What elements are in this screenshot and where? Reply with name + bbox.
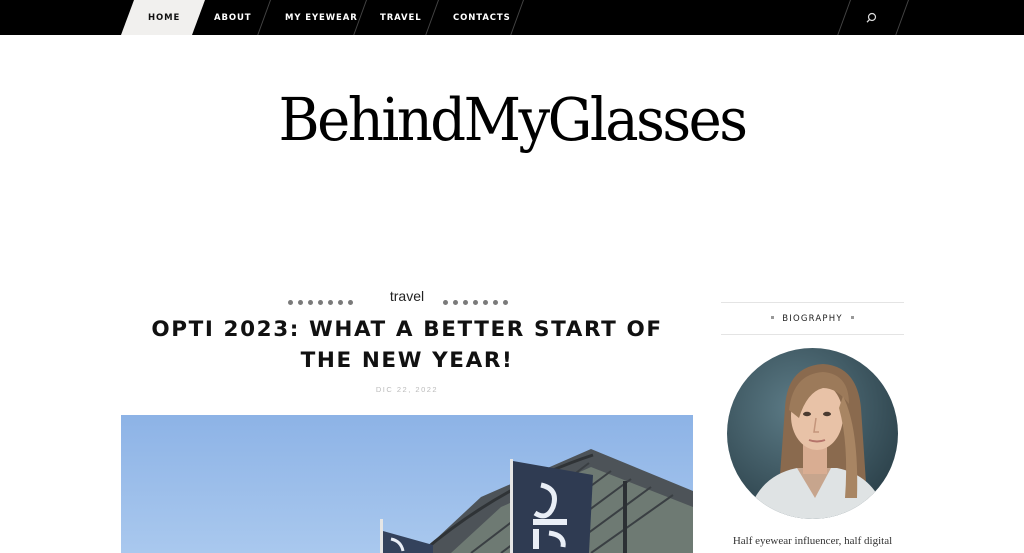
- avatar-portrait: [727, 348, 898, 519]
- post-date: DIC 22, 2022: [375, 385, 439, 394]
- featured-image-graphic: [121, 415, 693, 553]
- nav-item-travel[interactable]: TRAVEL: [380, 0, 422, 35]
- nav-divider: [257, 0, 271, 35]
- featured-image[interactable]: [121, 415, 693, 553]
- search-button[interactable]: [862, 9, 880, 27]
- title-ornament: [850, 316, 854, 319]
- biography-title-text: BIOGRAPHY: [782, 314, 843, 324]
- nav-divider: [510, 0, 524, 35]
- search-icon: [866, 12, 877, 23]
- post-category-container: travel: [121, 288, 693, 304]
- category-row: travel: [121, 286, 693, 312]
- nav-item-about[interactable]: ABOUT: [214, 0, 251, 35]
- nav-divider: [425, 0, 439, 35]
- nav-item-my-eyewear[interactable]: MY EYEWEAR: [285, 0, 358, 35]
- top-navigation-bar: HOME ABOUT MY EYEWEAR TRAVEL CONTACTS: [0, 0, 1024, 35]
- biography-text: Half eyewear influencer, half digital: [732, 535, 893, 547]
- nav-divider: [837, 0, 851, 35]
- avatar: [727, 348, 898, 519]
- nav-item-contacts[interactable]: CONTACTS: [453, 0, 511, 35]
- site-logo[interactable]: BehindMyGlasses: [0, 86, 1024, 154]
- post-title[interactable]: OPTI 2023: WHAT A BETTER START OF THE NE…: [121, 314, 693, 376]
- nav-divider: [895, 0, 909, 35]
- nav-item-home[interactable]: HOME: [148, 0, 180, 35]
- post-category-link[interactable]: travel: [385, 288, 429, 304]
- title-ornament: [771, 316, 775, 319]
- biography-widget-title: BIOGRAPHY: [721, 302, 904, 335]
